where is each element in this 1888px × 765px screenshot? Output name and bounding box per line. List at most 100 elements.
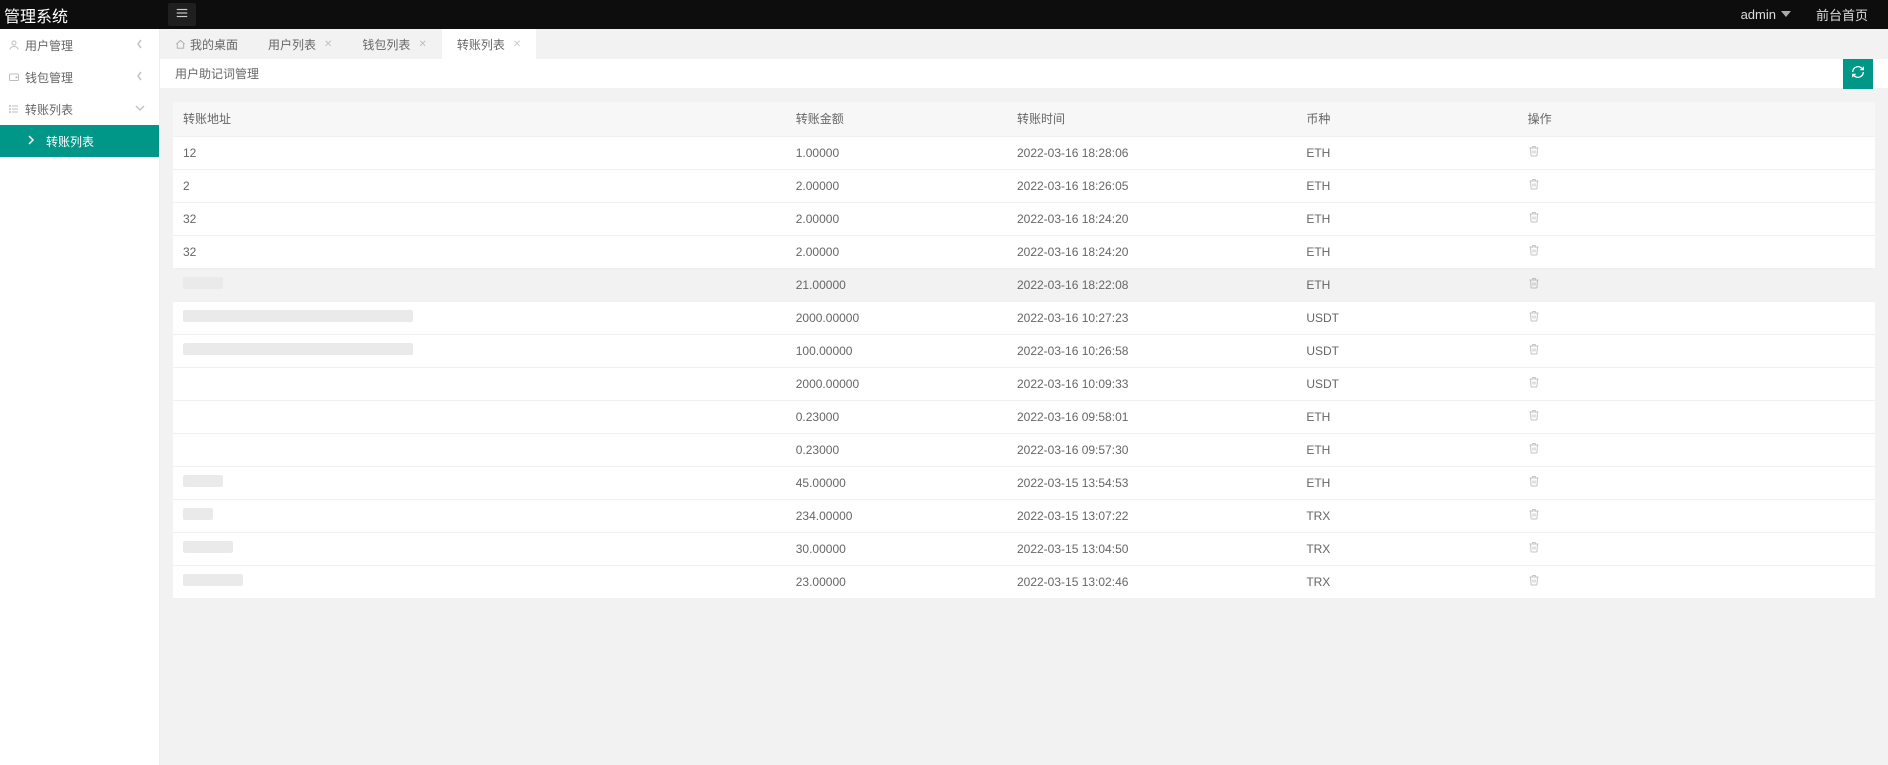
sidebar-item-label: 转账列表 [25,101,73,118]
cell-time: 2022-03-16 10:09:33 [1007,367,1296,400]
trash-icon [1528,212,1540,226]
redacted-text [183,277,223,289]
list-icon [8,103,20,115]
cell-op [1518,268,1875,301]
delete-button[interactable] [1528,377,1540,391]
th-coin[interactable]: 币种 [1296,102,1517,136]
redacted-text [183,343,413,355]
sidebar-item-wallet-mgmt[interactable]: 钱包管理 [0,61,159,93]
tab-user-list[interactable]: 用户列表 ✕ [253,29,347,59]
sidebar-subitem-transfer-list[interactable]: 转账列表 [0,125,159,157]
cell-coin: ETH [1296,268,1517,301]
trash-icon [1528,542,1540,556]
table-row[interactable]: 234.000002022-03-15 13:07:22TRX [173,499,1875,532]
redacted-text [183,574,243,586]
th-amount[interactable]: 转账金额 [786,102,1007,136]
cell-amount: 45.00000 [786,466,1007,499]
th-addr[interactable]: 转账地址 [173,102,786,136]
cell-op [1518,400,1875,433]
wallet-icon [8,71,20,83]
trash-icon [1528,179,1540,193]
cell-time: 2022-03-15 13:02:46 [1007,565,1296,598]
table-row[interactable]: 22.000002022-03-16 18:26:05ETH [173,169,1875,202]
cell-amount: 2.00000 [786,169,1007,202]
cell-time: 2022-03-15 13:07:22 [1007,499,1296,532]
cell-coin: ETH [1296,202,1517,235]
user-menu[interactable]: admin [1741,7,1791,22]
cell-coin: ETH [1296,433,1517,466]
cell-addr [173,565,786,598]
cell-time: 2022-03-16 18:28:06 [1007,136,1296,169]
table-row[interactable]: 322.000002022-03-16 18:24:20ETH [173,202,1875,235]
table-row[interactable]: 2000.000002022-03-16 10:09:33USDT [173,367,1875,400]
delete-button[interactable] [1528,410,1540,424]
cell-amount: 0.23000 [786,433,1007,466]
trash-icon [1528,443,1540,457]
cell-op [1518,301,1875,334]
delete-button[interactable] [1528,245,1540,259]
trash-icon [1528,278,1540,292]
table-row[interactable]: 45.000002022-03-15 13:54:53ETH [173,466,1875,499]
table-row[interactable]: 0.230002022-03-16 09:58:01ETH [173,400,1875,433]
tab-label: 我的桌面 [190,36,238,53]
cell-coin: ETH [1296,466,1517,499]
cell-time: 2022-03-16 18:26:05 [1007,169,1296,202]
delete-button[interactable] [1528,344,1540,358]
tabs: 我的桌面 用户列表 ✕ 钱包列表 ✕ 转账列表 ✕ [160,29,1888,59]
cell-op [1518,367,1875,400]
sidebar-item-label: 用户管理 [25,37,73,54]
delete-button[interactable] [1528,212,1540,226]
cell-addr: 32 [173,202,786,235]
trash-icon [1528,311,1540,325]
table-row[interactable]: 21.000002022-03-16 18:22:08ETH [173,268,1875,301]
table-row[interactable]: 322.000002022-03-16 18:24:20ETH [173,235,1875,268]
cell-coin: USDT [1296,367,1517,400]
close-icon[interactable]: ✕ [324,39,332,50]
cell-op [1518,565,1875,598]
sidebar: 用户管理 钱包管理 转账列表 [0,29,160,765]
cell-time: 2022-03-16 09:58:01 [1007,400,1296,433]
tab-wallet-list[interactable]: 钱包列表 ✕ [347,29,441,59]
cell-addr: 12 [173,136,786,169]
table-row[interactable]: 2000.000002022-03-16 10:27:23USDT [173,301,1875,334]
th-time[interactable]: 转账时间 [1007,102,1296,136]
menu-toggle-button[interactable] [168,3,196,26]
refresh-button[interactable] [1843,59,1873,89]
delete-button[interactable] [1528,509,1540,523]
delete-button[interactable] [1528,179,1540,193]
table-row[interactable]: 121.000002022-03-16 18:28:06ETH [173,136,1875,169]
cell-op [1518,334,1875,367]
cell-op [1518,136,1875,169]
cell-coin: ETH [1296,400,1517,433]
front-site-link[interactable]: 前台首页 [1816,5,1868,24]
cell-time: 2022-03-16 09:57:30 [1007,433,1296,466]
delete-button[interactable] [1528,542,1540,556]
delete-button[interactable] [1528,476,1540,490]
trash-icon [1528,476,1540,490]
redacted-text [183,541,233,553]
table-row[interactable]: 23.000002022-03-15 13:02:46TRX [173,565,1875,598]
table-row[interactable]: 100.000002022-03-16 10:26:58USDT [173,334,1875,367]
cell-addr [173,367,786,400]
delete-button[interactable] [1528,443,1540,457]
tab-transfer-list[interactable]: 转账列表 ✕ [442,29,536,59]
sidebar-subitem-label: 转账列表 [46,133,94,150]
delete-button[interactable] [1528,311,1540,325]
delete-button[interactable] [1528,575,1540,589]
app-title: 管理系统 [0,3,68,27]
table-row[interactable]: 0.230002022-03-16 09:57:30ETH [173,433,1875,466]
cell-op [1518,202,1875,235]
table-row[interactable]: 30.000002022-03-15 13:04:50TRX [173,532,1875,565]
delete-button[interactable] [1528,146,1540,160]
tab-desktop[interactable]: 我的桌面 [160,29,253,59]
sidebar-item-transfer-list[interactable]: 转账列表 [0,93,159,125]
close-icon[interactable]: ✕ [513,39,521,50]
trash-icon [1528,344,1540,358]
th-op[interactable]: 操作 [1518,102,1875,136]
cell-time: 2022-03-16 18:24:20 [1007,235,1296,268]
sidebar-item-user-mgmt[interactable]: 用户管理 [0,29,159,61]
delete-button[interactable] [1528,278,1540,292]
cell-amount: 23.00000 [786,565,1007,598]
close-icon[interactable]: ✕ [418,39,426,50]
chevron-left-icon [135,38,145,52]
